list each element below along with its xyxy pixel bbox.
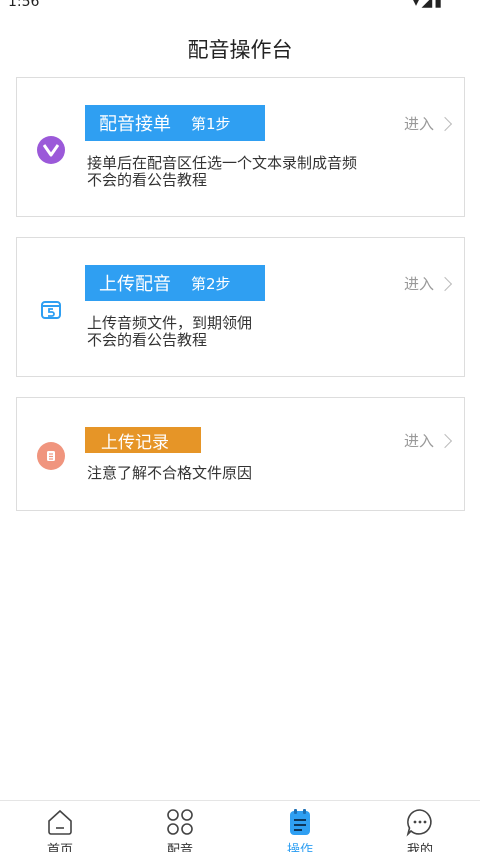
- upload-box-icon: [37, 296, 65, 324]
- clipboard-icon: [290, 809, 310, 835]
- status-time: 1:56: [8, 0, 40, 10]
- enter-label: 进入: [403, 275, 434, 293]
- tab-label: 操作: [286, 843, 313, 852]
- tab-dubbing[interactable]: 配音: [135, 807, 225, 852]
- bottom-tab-bar: 首页 配音 操作 我的: [0, 800, 480, 852]
- enter-link[interactable]: 进入: [403, 273, 453, 294]
- card-upload-dubbing[interactable]: 上传配音 第2步 上传音频文件，到期领佣 不会的看公告教程 进入: [16, 237, 465, 377]
- enter-label: 进入: [403, 432, 434, 450]
- status-icons: ▾◢▮: [412, 0, 444, 10]
- badge-label: 配音接单: [99, 114, 171, 135]
- tab-label: 配音: [166, 843, 193, 852]
- badge-dubbing-order: 配音接单 第1步: [85, 105, 265, 141]
- tab-operation[interactable]: 操作: [255, 807, 345, 852]
- chevron-right-icon: [437, 433, 453, 448]
- card-description: 注意了解不合格文件原因: [87, 465, 252, 482]
- badge-label: 上传配音: [99, 274, 171, 295]
- card-dubbing-order[interactable]: 配音接单 第1步 接单后在配音区任选一个文本录制成音频 不会的看公告教程 进入: [16, 77, 465, 217]
- badge-label: 上传记录: [101, 432, 169, 453]
- chevron-right-icon: [437, 116, 453, 131]
- record-icon: [37, 442, 65, 470]
- enter-link[interactable]: 进入: [403, 113, 453, 134]
- desc-line-1: 注意了解不合格文件原因: [87, 464, 253, 482]
- desc-line-2: 不会的看公告教程: [87, 331, 208, 349]
- home-icon: [48, 809, 72, 835]
- badge-step: 第2步: [191, 274, 231, 293]
- badge-upload-record: 上传记录: [85, 427, 201, 453]
- enter-link[interactable]: 进入: [403, 430, 453, 451]
- chat-icon: [406, 809, 432, 837]
- badge-upload-dubbing: 上传配音 第2步: [85, 265, 265, 301]
- desc-line-1: 接单后在配音区任选一个文本录制成音频: [87, 154, 358, 172]
- card-upload-record[interactable]: 上传记录 注意了解不合格文件原因 进入: [16, 397, 465, 511]
- card-description: 上传音频文件，到期领佣 不会的看公告教程: [87, 315, 252, 349]
- enter-label: 进入: [403, 115, 434, 133]
- chevron-right-icon: [437, 276, 453, 291]
- desc-line-2: 不会的看公告教程: [87, 171, 208, 189]
- desc-line-1: 上传音频文件，到期领佣: [87, 314, 253, 332]
- tab-label: 我的: [406, 843, 433, 852]
- tab-mine[interactable]: 我的: [375, 807, 465, 852]
- status-bar: 1:56 ▾◢▮: [0, 0, 480, 12]
- page-title: 配音操作台: [187, 38, 293, 62]
- badge-step: 第1步: [191, 114, 231, 133]
- grid-icon: [167, 809, 193, 835]
- v-logo-icon: [37, 136, 65, 164]
- card-description: 接单后在配音区任选一个文本录制成音频 不会的看公告教程: [87, 155, 357, 189]
- tab-home[interactable]: 首页: [15, 807, 105, 852]
- tab-label: 首页: [46, 843, 73, 852]
